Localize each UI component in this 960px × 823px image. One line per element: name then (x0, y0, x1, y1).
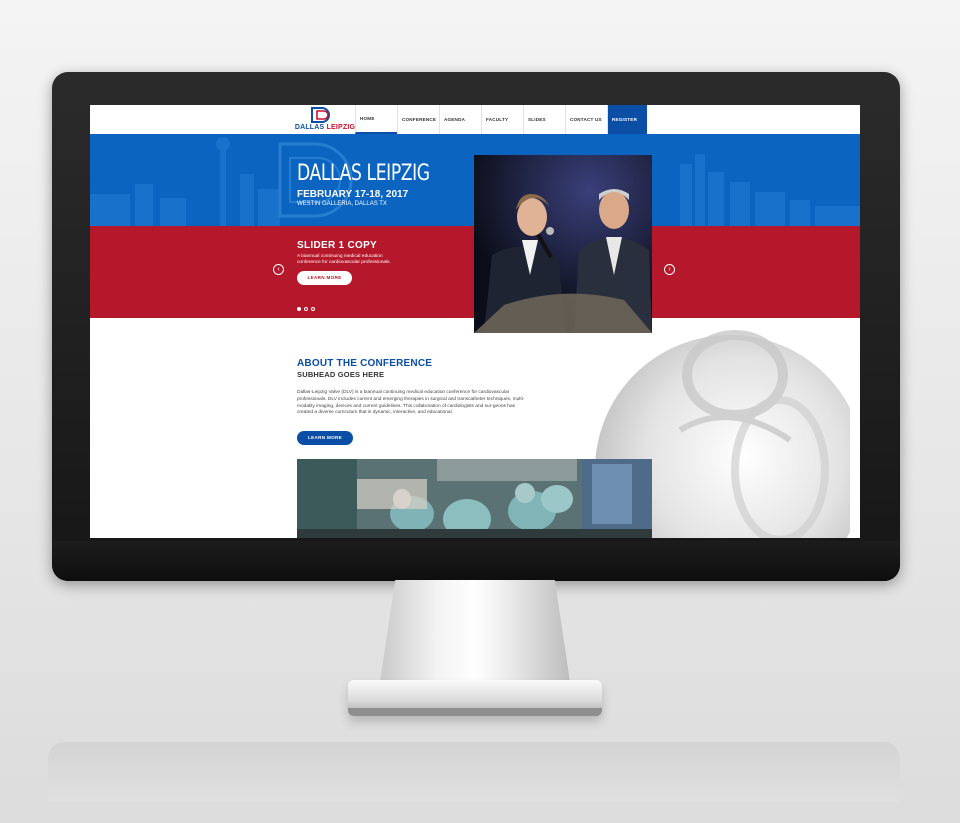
logo-mark-icon (311, 107, 330, 123)
hero-photo-speakers (474, 155, 652, 333)
nav-item-home[interactable]: HOME (355, 105, 397, 134)
surgery-photo-image (297, 459, 652, 538)
about-title: ABOUT THE CONFERENCE (297, 358, 433, 369)
nav-item-agenda[interactable]: AGENDA (439, 105, 481, 134)
logo-text-dallas: DALLAS (294, 124, 325, 131)
monitor-reflection (48, 742, 900, 802)
monitor-frame: DALLAS LEIPZIG HOME CONFERENCE AGENDA FA… (52, 72, 900, 581)
slide-learn-more-button[interactable]: LEARN MORE (297, 271, 352, 285)
monitor-chin (52, 541, 900, 581)
hero-title: DALLAS LEIPZIG (297, 161, 430, 186)
hero-date: FEBRUARY 17-18, 2017 (297, 189, 409, 200)
slide-title: SLIDER 1 COPY (297, 240, 378, 251)
hero-slider: DALLAS LEIPZIG FEBRUARY 17-18, 2017 WEST… (90, 134, 860, 333)
slide-description: A biannual continuing medical education … (297, 254, 391, 265)
slider-dots (297, 307, 315, 311)
monitor-stand-neck (380, 580, 570, 682)
register-button[interactable]: REGISTER (607, 105, 647, 134)
slider-dot-2[interactable] (304, 307, 308, 311)
logo-text: DALLAS LEIPZIG (294, 124, 356, 131)
monitor-stand-base-edge (348, 708, 602, 716)
surgery-video-preview[interactable] (297, 459, 652, 538)
about-body: Dallas-Leipzig Valve (DLV) is a biannual… (297, 390, 525, 416)
site-header: DALLAS LEIPZIG HOME CONFERENCE AGENDA FA… (90, 105, 860, 135)
nav-item-slides[interactable]: SLIDES (523, 105, 565, 134)
website-screen: DALLAS LEIPZIG HOME CONFERENCE AGENDA FA… (90, 105, 860, 538)
logo-text-leipzig: LEIPZIG (326, 124, 356, 131)
nav-item-conference[interactable]: CONFERENCE (397, 105, 439, 134)
nav-item-faculty[interactable]: FACULTY (481, 105, 523, 134)
about-subhead: SUBHEAD GOES HERE (297, 370, 385, 379)
about-learn-more-button[interactable]: LEARN MORE (297, 431, 353, 445)
slider-dot-3[interactable] (311, 307, 315, 311)
chevron-right-icon[interactable]: › (664, 264, 675, 275)
chevron-left-icon[interactable]: ‹ (273, 264, 284, 275)
main-nav: HOME CONFERENCE AGENDA FACULTY SLIDES CO… (355, 105, 647, 134)
nav-item-contact-us[interactable]: CONTACT US (565, 105, 607, 134)
hero-venue: WESTIN GALLERIA, DALLAS TX (297, 201, 387, 207)
speakers-photo-image (474, 155, 652, 333)
site-logo[interactable]: DALLAS LEIPZIG (294, 107, 356, 133)
slider-dot-1[interactable] (297, 307, 301, 311)
